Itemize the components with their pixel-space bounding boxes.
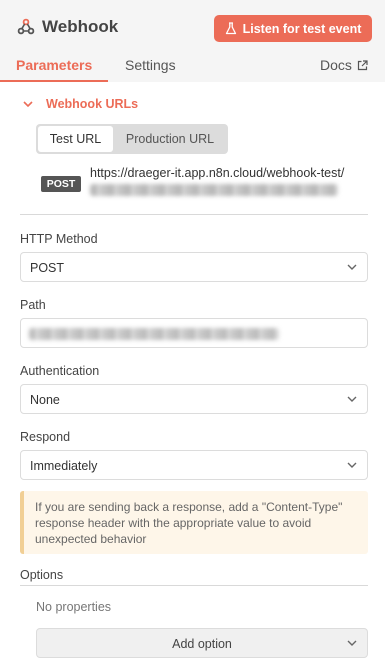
redacted-path-value	[29, 328, 279, 340]
options-label: Options	[20, 568, 64, 582]
method-badge: POST	[41, 176, 81, 192]
listen-button-label: Listen for test event	[242, 21, 362, 36]
add-option-button[interactable]: Add option	[36, 628, 368, 658]
path-label: Path	[20, 298, 46, 312]
webhook-icon	[17, 18, 35, 35]
authentication-value: None	[30, 393, 60, 407]
no-properties-text: No properties	[36, 600, 112, 614]
path-input[interactable]	[20, 318, 368, 348]
http-method-select[interactable]: POST	[20, 252, 368, 282]
listen-for-test-event-button[interactable]: Listen for test event	[214, 15, 372, 42]
docs-label: Docs	[320, 57, 352, 73]
chevron-down-icon	[347, 640, 357, 646]
http-method-value: POST	[30, 261, 65, 275]
flask-icon	[225, 22, 236, 35]
chevron-down-icon	[347, 396, 357, 402]
docs-link[interactable]: Docs	[320, 57, 368, 73]
section-divider	[20, 214, 368, 215]
chevron-down-icon	[347, 462, 357, 468]
url-type-switcher: Test URL Production URL	[36, 124, 228, 154]
external-link-icon	[357, 59, 368, 70]
chevron-down-icon	[347, 264, 357, 270]
content-type-notice: If you are sending back a response, add …	[20, 491, 368, 554]
redacted-url-part	[90, 184, 338, 196]
active-tab-indicator	[0, 80, 108, 82]
chevron-down-icon	[23, 101, 33, 108]
authentication-label: Authentication	[20, 364, 100, 378]
webhook-urls-label: Webhook URLs	[46, 97, 139, 111]
test-url-tab[interactable]: Test URL	[38, 126, 113, 152]
node-header: Webhook Listen for test event Parameters…	[0, 0, 385, 82]
production-url-tab[interactable]: Production URL	[114, 126, 226, 152]
respond-label: Respond	[20, 430, 71, 444]
tab-settings[interactable]: Settings	[125, 57, 176, 73]
tab-parameters[interactable]: Parameters	[16, 57, 92, 73]
webhook-url[interactable]: https://draeger-it.app.n8n.cloud/webhook…	[90, 166, 344, 180]
add-option-label: Add option	[172, 637, 232, 651]
options-divider	[20, 585, 368, 586]
authentication-select[interactable]: None	[20, 384, 368, 414]
http-method-label: HTTP Method	[20, 232, 98, 246]
respond-select[interactable]: Immediately	[20, 450, 368, 480]
respond-value: Immediately	[30, 459, 98, 473]
node-title: Webhook	[42, 17, 119, 36]
webhook-urls-toggle[interactable]: Webhook URLs	[22, 97, 138, 111]
